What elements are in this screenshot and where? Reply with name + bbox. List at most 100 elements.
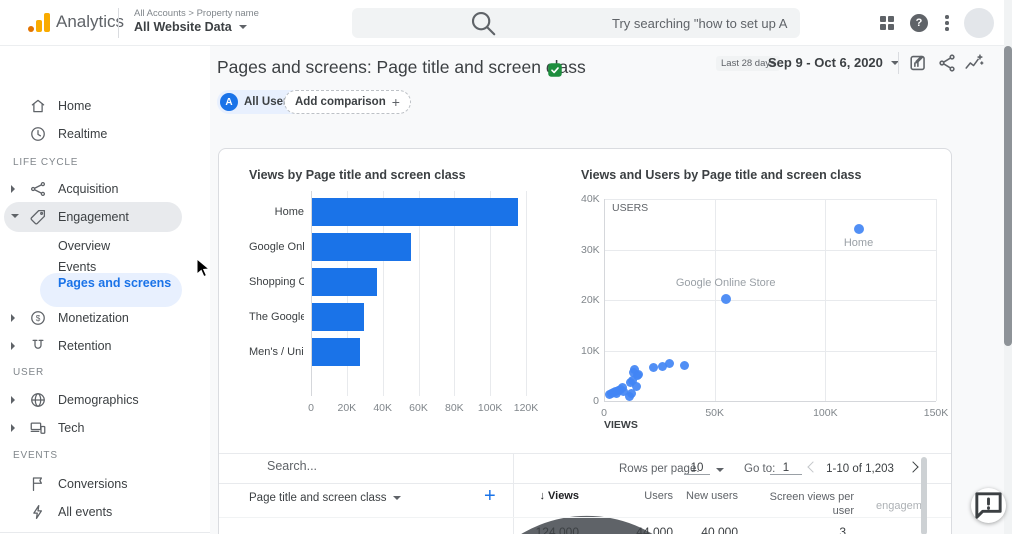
sidebar-item-label: Conversions (58, 477, 127, 491)
sidebar-item-acquisition[interactable]: Acquisition (0, 175, 210, 203)
sidebar-item-all-events[interactable]: All events (0, 498, 210, 526)
scatter-point[interactable] (854, 224, 864, 234)
monetization-icon: $ (29, 309, 47, 327)
expand-caret-icon[interactable] (11, 424, 15, 432)
y-tick-label: 10K (581, 345, 599, 357)
scatter-point[interactable] (649, 363, 658, 372)
bar-category-label: Home (249, 198, 304, 226)
bar[interactable] (312, 268, 377, 296)
bar-category-label: Google Online ... (249, 233, 304, 261)
divider (219, 453, 951, 454)
expand-caret-icon[interactable] (11, 185, 15, 193)
gridline (936, 199, 937, 401)
dimension-header-label: Page title and screen class (249, 492, 386, 504)
column-header-new-users[interactable]: New users (648, 490, 738, 502)
scatter-point[interactable] (634, 370, 643, 379)
sort-descending-icon: ↓ (540, 490, 546, 502)
chevron-down-icon[interactable] (716, 468, 724, 472)
sidebar-item-label: Acquisition (58, 182, 118, 196)
global-search-input[interactable] (612, 16, 788, 31)
report-card: Views by Page title and screen class 0 20… (218, 148, 952, 534)
x-tick-label: 100K (809, 407, 841, 419)
clock-icon (29, 125, 47, 143)
column-header-views[interactable]: ↓ Views (485, 490, 579, 502)
sidebar-item-label: Tech (58, 421, 84, 435)
more-vert-icon[interactable] (942, 14, 952, 32)
sidebar-item-realtime[interactable]: Realtime (0, 120, 210, 148)
devices-icon (29, 419, 47, 437)
gridline (715, 199, 716, 401)
expand-caret-icon[interactable] (11, 396, 15, 404)
x-tick-label: 50K (699, 407, 731, 419)
all-events-icon (29, 503, 47, 521)
property-name: All Website Data (134, 20, 232, 34)
scatter-point[interactable] (665, 359, 674, 368)
bar[interactable] (312, 233, 411, 261)
divider (219, 483, 951, 484)
sidebar-item-events[interactable]: Events (58, 260, 96, 274)
sidebar-item-pages-and-screens[interactable]: Pages and screens (58, 276, 138, 291)
x-tick-label: 0 (588, 407, 620, 419)
scatter-point[interactable] (632, 382, 641, 391)
bar-category-label: Shopping Cart (249, 268, 304, 296)
edit-chart-icon[interactable] (908, 52, 930, 74)
bar[interactable] (312, 198, 518, 226)
top-app-bar: Analytics All Accounts > Property name A… (0, 0, 1012, 46)
date-range-selector[interactable]: Sep 9 - Oct 6, 2020 (768, 55, 899, 70)
sidebar-item-overview[interactable]: Overview (58, 239, 110, 253)
x-tick-label: 120K (511, 402, 541, 414)
sidebar-item-label: All events (58, 505, 112, 519)
rows-per-page-select[interactable]: 10 (684, 462, 710, 475)
feedback-button[interactable] (971, 488, 1006, 523)
bar[interactable] (312, 338, 360, 366)
browser-scrollbar-thumb[interactable] (1004, 46, 1012, 346)
table-scrollbar[interactable] (921, 457, 927, 534)
insights-icon[interactable] (963, 52, 985, 74)
x-tick-label: 100K (475, 402, 505, 414)
table-search-input[interactable] (267, 459, 467, 473)
x-tick-label: 20K (332, 402, 362, 414)
x-tick-label: 60K (404, 402, 434, 414)
global-search[interactable] (352, 8, 800, 38)
help-glyph: ? (916, 17, 923, 29)
gridline (526, 191, 527, 396)
sidebar-section-life-cycle: LIFE CYCLE (13, 157, 78, 168)
sidebar-item-retention[interactable]: Retention (0, 332, 210, 360)
scatter-point[interactable] (721, 294, 731, 304)
sidebar-item-label: Realtime (58, 127, 107, 141)
apps-grid-icon[interactable] (880, 16, 894, 30)
dimension-header-dropdown[interactable]: Page title and screen class (249, 492, 401, 504)
sidebar-item-tech[interactable]: Tech (0, 414, 210, 442)
sidebar-section-events: EVENTS (13, 450, 58, 461)
go-to-input[interactable]: 1 (770, 462, 802, 475)
expand-caret-icon[interactable] (11, 314, 15, 322)
data-quality-icon[interactable] (546, 61, 564, 79)
column-header-label: Views (548, 490, 579, 502)
bar-chart-title: Views by Page title and screen class (249, 168, 466, 182)
expand-caret-icon[interactable] (11, 342, 15, 350)
engagement-icon (29, 208, 47, 226)
property-selector[interactable]: All Website Data (134, 20, 247, 34)
help-icon[interactable]: ? (910, 14, 928, 32)
share-icon[interactable] (936, 52, 958, 74)
add-comparison-button[interactable]: Add comparison + (284, 90, 411, 114)
sidebar-item-home[interactable]: Home (0, 92, 210, 120)
y-tick-label: 0 (581, 395, 599, 407)
bar[interactable] (312, 303, 364, 331)
column-header-engagement-partial[interactable]: engagem (876, 500, 946, 512)
sidebar-item-demographics[interactable]: Demographics (0, 386, 210, 414)
collapse-caret-icon[interactable] (11, 214, 19, 218)
plus-icon: + (392, 94, 400, 110)
gridline (604, 199, 936, 200)
sidebar-item-monetization[interactable]: $ Monetization (0, 304, 210, 332)
user-avatar[interactable] (964, 8, 994, 38)
pagination-status: 1-10 of 1,203 (820, 463, 900, 475)
column-header-screen-views-per-user[interactable]: Screen views per user (764, 490, 854, 518)
chevron-down-icon (239, 25, 247, 29)
cell-views: 124,000 (485, 525, 579, 534)
scatter-point[interactable] (680, 361, 689, 370)
sidebar-item-engagement[interactable]: Engagement (0, 203, 210, 231)
gridline (604, 300, 936, 301)
sidebar-item-label: Demographics (58, 393, 139, 407)
sidebar-item-conversions[interactable]: Conversions (0, 470, 210, 498)
